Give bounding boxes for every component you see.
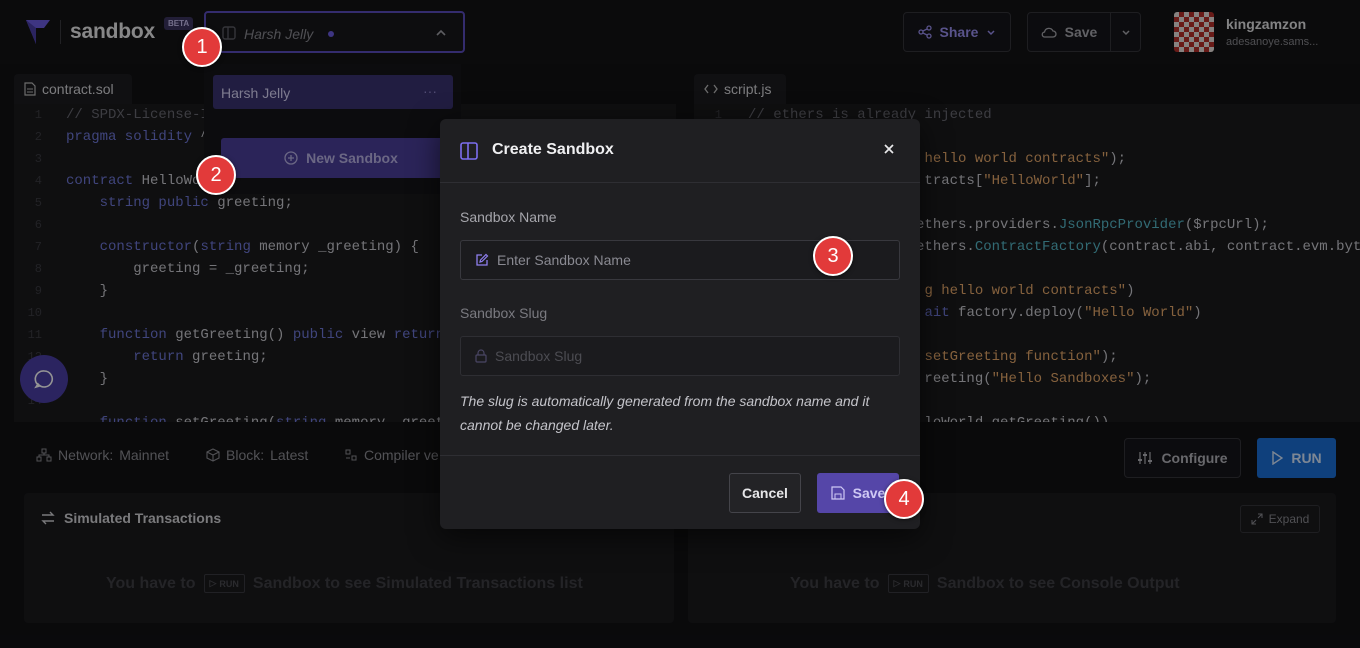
- panel-icon: [460, 142, 478, 160]
- lock-icon: [475, 349, 487, 363]
- floppy-icon: [831, 486, 845, 500]
- sandbox-slug-label: Sandbox Slug: [460, 305, 548, 321]
- modal-save-label: Save: [852, 485, 886, 501]
- sandbox-slug-input: Sandbox Slug: [460, 336, 900, 376]
- close-icon[interactable]: [883, 143, 895, 155]
- modal-footer-divider: [440, 455, 920, 456]
- sandbox-slug-placeholder: Sandbox Slug: [495, 348, 583, 364]
- slug-hint: The slug is automatically generated from…: [460, 393, 870, 433]
- edit-icon: [475, 253, 489, 267]
- step-marker-2: 2: [196, 155, 236, 195]
- cancel-button[interactable]: Cancel: [729, 473, 801, 513]
- step-marker-3: 3: [813, 236, 853, 276]
- step-marker-1: 1: [182, 27, 222, 67]
- step-marker-4: 4: [884, 479, 924, 519]
- create-sandbox-modal: Create Sandbox Sandbox Name Enter Sandbo…: [440, 119, 920, 529]
- sandbox-name-placeholder: Enter Sandbox Name: [497, 252, 631, 268]
- sandbox-name-label: Sandbox Name: [460, 209, 557, 225]
- modal-title: Create Sandbox: [492, 141, 614, 158]
